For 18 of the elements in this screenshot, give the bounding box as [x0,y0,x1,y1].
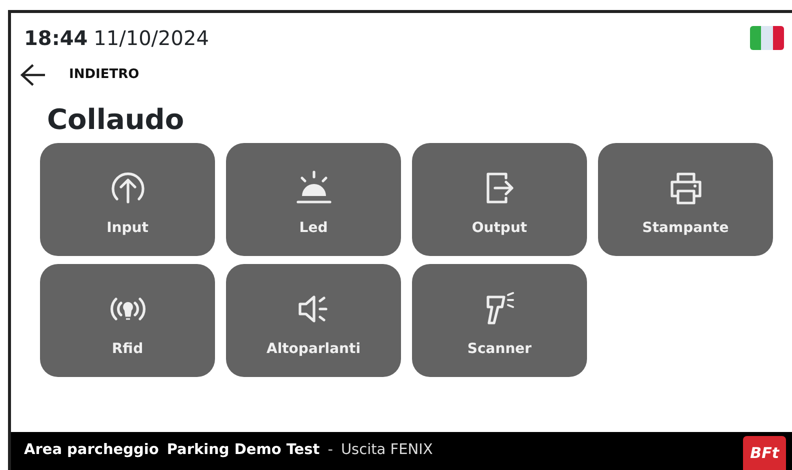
area-label: Area parcheggio [24,441,159,460]
logo: BFt [743,436,786,470]
date: 11/10/2024 [94,25,209,52]
test-tile[interactable]: Input [40,143,215,256]
test-tile[interactable]: Output [412,143,587,256]
separator: - [328,441,333,460]
test-tile[interactable]: Scanner [412,264,587,377]
test-tile[interactable]: Led [226,143,401,256]
back-arrow-icon[interactable] [19,63,47,87]
time: 18:44 [24,25,88,52]
exit-name: Uscita FENIX [340,441,433,460]
flag-icon[interactable] [750,26,784,50]
page-title: Collaudo [47,102,186,138]
area-name: Parking Demo Test [166,441,320,460]
back-button[interactable]: INDIETRO [69,65,140,85]
test-tile[interactable]: Stampante [598,143,773,256]
test-tile[interactable]: Altoparlanti [226,264,401,377]
test-tile[interactable]: Rfid [40,264,215,377]
